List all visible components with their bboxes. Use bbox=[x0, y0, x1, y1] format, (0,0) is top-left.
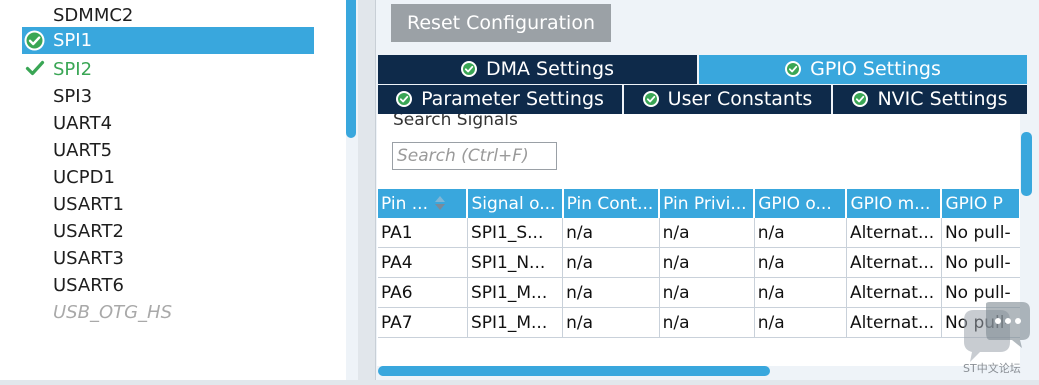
table-cell: n/a bbox=[754, 277, 847, 308]
column-header-pin-privilege[interactable]: Pin Privi... bbox=[659, 189, 756, 218]
list-item-label: UART5 bbox=[53, 140, 113, 161]
table-cell: PA6 bbox=[378, 277, 468, 308]
column-header-signal[interactable]: Signal o... bbox=[467, 189, 564, 218]
list-item-usart6[interactable]: USART6 bbox=[22, 272, 314, 299]
column-header-gpio-mode[interactable]: GPIO m... bbox=[846, 189, 943, 218]
search-signals-label: Search Signals bbox=[393, 114, 518, 130]
list-item-uart5[interactable]: UART5 bbox=[22, 137, 314, 164]
table-cell: n/a bbox=[754, 307, 847, 338]
table-cell: Alternat... bbox=[846, 277, 942, 308]
tab-label: GPIO Settings bbox=[810, 58, 941, 80]
table-cell: Alternat... bbox=[846, 307, 942, 338]
table-cell: Alternat... bbox=[846, 218, 942, 248]
column-header-gpio-output[interactable]: GPIO o... bbox=[754, 189, 848, 218]
vertical-scrollbar-thumb[interactable] bbox=[1021, 132, 1032, 196]
check-circle-icon bbox=[785, 61, 802, 77]
table-cell: No pull- bbox=[941, 218, 1021, 248]
list-item-label: SPI3 bbox=[53, 86, 93, 107]
list-item-label: SPI2 bbox=[53, 59, 93, 80]
list-item-usart3[interactable]: USART3 bbox=[22, 245, 314, 272]
checkmark-icon bbox=[25, 60, 45, 76]
tab-label: DMA Settings bbox=[486, 58, 614, 80]
tab-label: User Constants bbox=[667, 88, 813, 110]
list-item-label: UART4 bbox=[53, 113, 113, 134]
tab-parameter-settings[interactable]: Parameter Settings bbox=[378, 85, 622, 114]
table-row[interactable]: PA6 SPI1_M... n/a n/a n/a Alternat... No… bbox=[378, 277, 1021, 308]
list-item-label: USART3 bbox=[53, 248, 124, 269]
column-header-label: Pin ... bbox=[381, 193, 428, 214]
list-item-label: USB_OTG_HS bbox=[53, 302, 173, 323]
column-header-pin-context[interactable]: Pin Cont... bbox=[562, 189, 661, 218]
table-row[interactable]: PA7 SPI1_M... n/a n/a n/a Alternat... No… bbox=[378, 307, 1021, 338]
check-circle-icon bbox=[852, 91, 869, 107]
check-circle-icon bbox=[24, 30, 45, 51]
list-item-usart1[interactable]: USART1 bbox=[22, 191, 314, 218]
table-row[interactable]: PA1 SPI1_S... n/a n/a n/a Alternat... No… bbox=[378, 218, 1021, 248]
horizontal-scrollbar-thumb[interactable] bbox=[378, 366, 770, 376]
table-cell: n/a bbox=[754, 218, 847, 248]
peripheral-list: SDMMC2 SPI1 SPI2 SPI3 UART4 UART5 UCPD1 … bbox=[0, 0, 346, 380]
table-cell: PA7 bbox=[378, 307, 468, 338]
column-header-gpio-pull[interactable]: GPIO P bbox=[941, 189, 1021, 218]
table-cell: n/a bbox=[562, 277, 660, 308]
reset-configuration-button[interactable]: Reset Configuration bbox=[391, 4, 611, 42]
list-item-ucpd1[interactable]: UCPD1 bbox=[22, 164, 314, 191]
list-item-label: USART1 bbox=[53, 194, 124, 215]
table-row[interactable]: PA4 SPI1_N... n/a n/a n/a Alternat... No… bbox=[378, 247, 1021, 278]
list-item-spi3[interactable]: SPI3 bbox=[22, 83, 314, 110]
panel-splitter[interactable] bbox=[358, 0, 376, 380]
list-item-sdmmc2[interactable]: SDMMC2 bbox=[22, 2, 314, 29]
table-cell: SPI1_S... bbox=[467, 218, 564, 248]
list-item-spi1[interactable]: SPI1 bbox=[22, 27, 314, 54]
list-item-label: SPI1 bbox=[53, 30, 93, 51]
list-item-spi2[interactable]: SPI2 bbox=[22, 56, 314, 83]
table-cell: n/a bbox=[562, 247, 660, 278]
list-item-label: USART6 bbox=[53, 275, 124, 296]
table-cell: n/a bbox=[659, 218, 755, 248]
check-circle-icon bbox=[396, 91, 413, 107]
table-cell: n/a bbox=[659, 307, 755, 338]
table-cell: n/a bbox=[659, 277, 755, 308]
table-cell: n/a bbox=[754, 247, 847, 278]
table-cell: n/a bbox=[562, 307, 660, 338]
tab-user-constants[interactable]: User Constants bbox=[624, 85, 831, 114]
tab-dma-settings[interactable]: DMA Settings bbox=[378, 55, 697, 84]
gpio-settings-content: Search Signals Pin ... Signal o... Pin C… bbox=[377, 114, 1021, 366]
list-item-uart4[interactable]: UART4 bbox=[22, 110, 314, 137]
check-circle-icon bbox=[461, 61, 477, 77]
table-cell: n/a bbox=[562, 218, 660, 248]
table-cell: No pull- bbox=[941, 247, 1021, 278]
sort-arrows-icon[interactable] bbox=[434, 195, 446, 211]
table-cell: SPI1_M... bbox=[467, 277, 564, 308]
table-cell: SPI1_M... bbox=[467, 307, 564, 338]
table-cell: PA4 bbox=[378, 247, 468, 278]
list-item-usart2[interactable]: USART2 bbox=[22, 218, 314, 245]
bottom-divider bbox=[0, 380, 1039, 385]
table-cell: SPI1_N... bbox=[467, 247, 564, 278]
table-cell: n/a bbox=[659, 247, 755, 278]
tab-label: NVIC Settings bbox=[877, 88, 1008, 110]
list-item-label: USART2 bbox=[53, 221, 124, 242]
watermark-text: ST中文论坛 bbox=[963, 362, 1021, 375]
check-circle-icon bbox=[642, 91, 659, 107]
tab-label: Parameter Settings bbox=[421, 88, 604, 110]
configuration-panel: Reset Configuration DMA Settings GPIO Se… bbox=[376, 0, 1039, 380]
list-item-label: UCPD1 bbox=[53, 167, 115, 188]
table-cell: Alternat... bbox=[846, 247, 942, 278]
list-item-label: SDMMC2 bbox=[53, 5, 134, 26]
table-header-row: Pin ... Signal o... Pin Cont... Pin Priv… bbox=[378, 189, 1021, 218]
table-cell: PA1 bbox=[378, 218, 468, 248]
column-header-pin[interactable]: Pin ... bbox=[378, 189, 469, 218]
tab-nvic-settings[interactable]: NVIC Settings bbox=[833, 85, 1027, 114]
search-input[interactable] bbox=[392, 142, 557, 170]
pin-configuration-table: Pin ... Signal o... Pin Cont... Pin Priv… bbox=[378, 189, 1021, 338]
list-scrollbar-thumb[interactable] bbox=[346, 0, 356, 138]
list-item-usb-otg-hs[interactable]: USB_OTG_HS bbox=[22, 299, 314, 326]
tab-gpio-settings[interactable]: GPIO Settings bbox=[699, 55, 1027, 84]
